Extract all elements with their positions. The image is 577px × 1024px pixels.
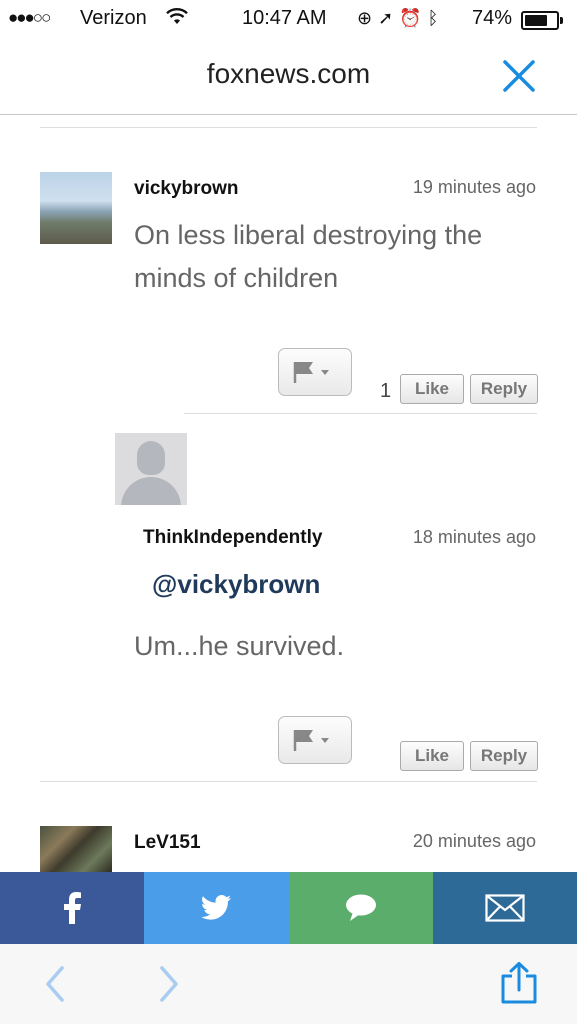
close-icon[interactable] bbox=[501, 58, 537, 94]
comment-username[interactable]: LeV151 bbox=[134, 832, 201, 854]
clock: 10:47 AM bbox=[242, 7, 327, 29]
battery-icon bbox=[521, 11, 563, 30]
default-avatar-icon[interactable] bbox=[115, 433, 187, 505]
user-mention-link[interactable]: @vickybrown bbox=[152, 569, 320, 600]
comment-username[interactable]: vickybrown bbox=[134, 178, 239, 200]
battery-percent: 74% bbox=[472, 7, 513, 29]
carrier-name: Verizon bbox=[80, 7, 147, 29]
avatar[interactable] bbox=[40, 172, 112, 244]
comment-username[interactable]: ThinkIndependently bbox=[143, 527, 322, 549]
comment-timestamp: 19 minutes ago bbox=[412, 177, 536, 197]
alarm-icon: ⏰ bbox=[399, 8, 428, 28]
message-icon bbox=[345, 894, 376, 921]
battery-fill bbox=[525, 15, 547, 26]
orientation-lock-icon: ⊕ bbox=[357, 8, 379, 28]
avatar-shoulders bbox=[121, 477, 181, 505]
wifi-icon bbox=[166, 8, 188, 32]
share-bar bbox=[0, 872, 577, 944]
forward-chevron-icon[interactable] bbox=[158, 966, 180, 1007]
flag-button[interactable] bbox=[278, 348, 352, 396]
signal-strength: ●●●○○ bbox=[8, 8, 51, 27]
like-button[interactable]: Like bbox=[400, 374, 464, 404]
location-icon: ➚ bbox=[378, 8, 400, 28]
comment-body-line: minds of children bbox=[134, 263, 339, 293]
comment-timestamp: 18 minutes ago bbox=[412, 527, 536, 547]
comment-body: Um...he survived. bbox=[134, 631, 345, 661]
comment-timestamp: 20 minutes ago bbox=[412, 831, 536, 851]
share-icon[interactable] bbox=[500, 962, 538, 1009]
avatar[interactable] bbox=[40, 826, 112, 872]
battery-nub bbox=[560, 17, 563, 24]
reply-button[interactable]: Reply bbox=[470, 741, 538, 771]
divider bbox=[184, 413, 537, 414]
facebook-share-button[interactable] bbox=[0, 872, 145, 944]
flag-button[interactable] bbox=[278, 716, 352, 764]
email-share-button[interactable] bbox=[432, 872, 577, 944]
bluetooth-icon: ᛒ bbox=[427, 8, 445, 28]
facebook-icon bbox=[64, 892, 82, 924]
divider bbox=[40, 127, 537, 128]
back-chevron-icon[interactable] bbox=[44, 966, 66, 1007]
page-title: foxnews.com bbox=[206, 58, 371, 89]
reply-button[interactable]: Reply bbox=[470, 374, 538, 404]
comment-body-line: On less liberal destroying the bbox=[134, 220, 483, 250]
status-icons: ⊕➚⏰ᛒ bbox=[357, 8, 444, 29]
avatar-head bbox=[137, 441, 165, 475]
twitter-icon bbox=[201, 895, 232, 920]
twitter-share-button[interactable] bbox=[144, 872, 289, 944]
navigation-bar: foxnews.com bbox=[0, 38, 577, 115]
like-count: 1 bbox=[380, 380, 392, 402]
divider bbox=[40, 781, 537, 782]
status-bar: ●●●○○ Verizon 10:47 AM ⊕➚⏰ᛒ 74% bbox=[0, 0, 577, 38]
browser-toolbar bbox=[0, 944, 577, 1024]
email-icon bbox=[485, 894, 525, 922]
comment-share-button[interactable] bbox=[288, 872, 433, 944]
like-button[interactable]: Like bbox=[400, 741, 464, 771]
